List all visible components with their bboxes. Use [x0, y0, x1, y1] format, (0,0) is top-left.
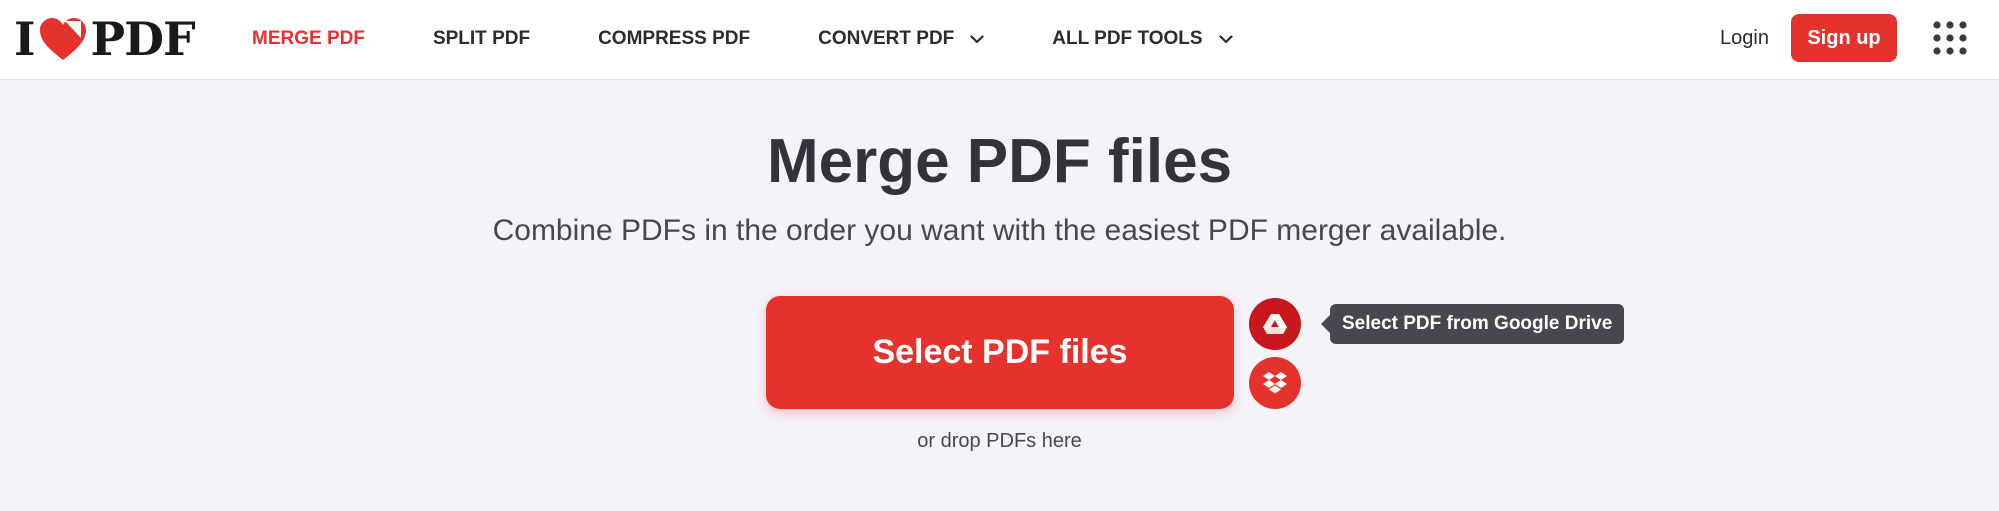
login-link[interactable]: Login	[1720, 27, 1769, 50]
nav-all-pdf-tools[interactable]: ALL PDF TOOLS	[1052, 28, 1233, 50]
top-navbar: I PDF MERGE PDF SPLIT PDF COMPRESS PDF C…	[0, 0, 1999, 80]
nav-convert-pdf-label: CONVERT PDF	[818, 28, 955, 49]
logo-suffix: PDF	[90, 12, 196, 66]
main-nav: MERGE PDF SPLIT PDF COMPRESS PDF CONVERT…	[252, 0, 1301, 78]
nav-compress-pdf[interactable]: COMPRESS PDF	[598, 28, 750, 50]
drop-zone-hint: or drop PDFs here	[917, 430, 1082, 452]
nav-compress-pdf-label: COMPRESS PDF	[598, 28, 751, 49]
google-drive-button[interactable]	[1249, 298, 1301, 350]
nav-split-pdf-label: SPLIT PDF	[432, 28, 531, 49]
nav-all-pdf-tools-label: ALL PDF TOOLS	[1052, 28, 1203, 49]
logo-prefix: I	[14, 12, 36, 66]
signup-button[interactable]: Sign up	[1791, 14, 1897, 62]
select-pdf-files-button[interactable]: Select PDF files	[766, 296, 1234, 409]
nav-merge-pdf-label: MERGE PDF	[252, 28, 365, 49]
heart-icon	[39, 18, 86, 60]
ilovepdf-logo[interactable]: I PDF	[14, 12, 196, 66]
chevron-down-icon	[970, 34, 984, 43]
grid-menu-icon[interactable]	[1932, 20, 1968, 56]
dropbox-icon	[1263, 372, 1287, 394]
nav-split-pdf[interactable]: SPLIT PDF	[433, 28, 530, 50]
page-title: Merge PDF files	[766, 127, 1233, 196]
google-drive-tooltip: Select PDF from Google Drive	[1320, 304, 1625, 344]
nav-merge-pdf[interactable]: MERGE PDF	[252, 28, 365, 50]
page-subtitle: Combine PDFs in the order you want with …	[492, 214, 1507, 247]
chevron-down-icon	[1218, 34, 1233, 43]
google-drive-icon	[1263, 313, 1287, 334]
dropbox-button[interactable]	[1249, 357, 1301, 409]
nav-convert-pdf[interactable]: CONVERT PDF	[818, 28, 984, 50]
